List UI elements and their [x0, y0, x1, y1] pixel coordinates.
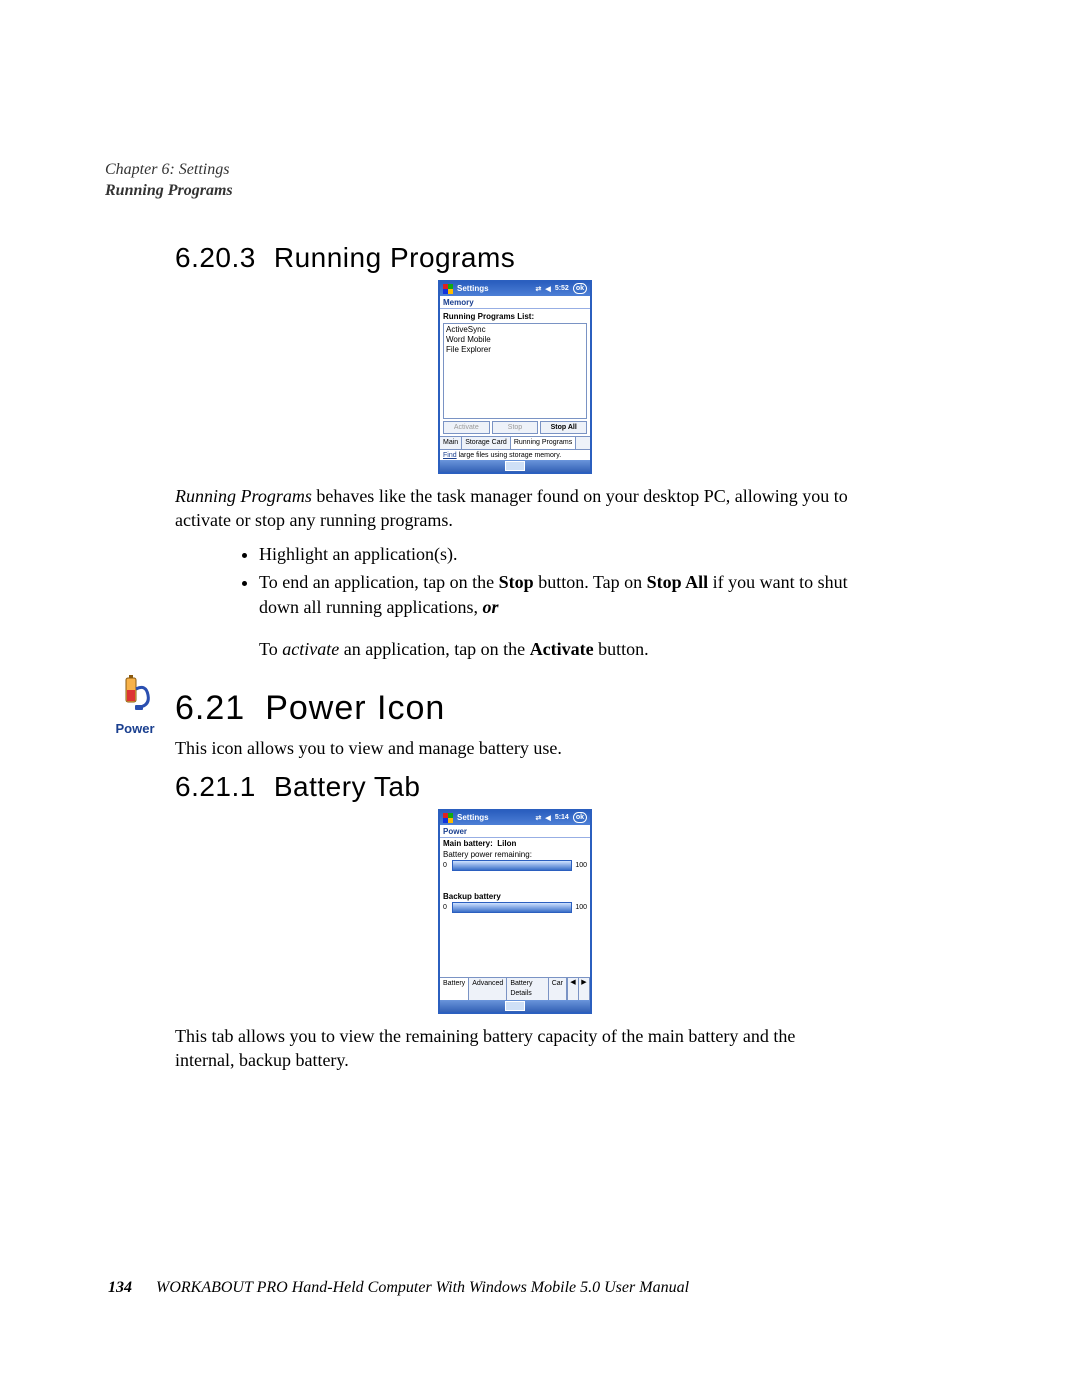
signal-icon: ⇄	[536, 814, 542, 822]
progress-bar	[452, 902, 572, 913]
start-flag-icon[interactable]	[443, 813, 453, 823]
main-battery-row: Main battery: LiIon	[440, 838, 590, 849]
progress-bar	[452, 860, 572, 871]
wm-softbar	[440, 460, 590, 472]
list-item[interactable]: Word Mobile	[446, 335, 584, 345]
wm-titlebar: Settings ⇄ ◀ 5:14 ok	[440, 811, 590, 825]
chapter-line: Chapter 6: Settings	[105, 161, 229, 178]
start-flag-icon[interactable]	[443, 284, 453, 294]
wm-tabs: Main Storage Card Running Programs	[440, 436, 590, 449]
backup-battery-label: Backup battery	[440, 891, 590, 902]
para-running-programs: Running Programs behaves like the task m…	[175, 484, 855, 533]
speaker-icon: ◀	[545, 814, 550, 822]
activate-button[interactable]: Activate	[443, 421, 490, 434]
stop-all-button[interactable]: Stop All	[540, 421, 587, 434]
heading-6-21: 6.21Power Icon	[175, 689, 855, 728]
para-battery-tab: This tab allows you to view the remainin…	[175, 1024, 855, 1073]
heading-6-20-3: 6.20.3Running Programs	[175, 242, 855, 274]
page-running-header: Chapter 6: Settings Running Programs	[105, 160, 975, 202]
power-gutter-icon: Power	[105, 672, 165, 736]
running-list-label: Running Programs List:	[440, 309, 590, 321]
subsection-line: Running Programs	[105, 182, 233, 199]
tab-battery[interactable]: Battery	[440, 978, 469, 1000]
main-battery-bar: 0 100	[440, 860, 590, 875]
wm-tabs: Battery Advanced Battery Details Car ◀ ▶	[440, 977, 590, 1000]
backup-battery-bar: 0 100	[440, 902, 590, 917]
screenshot-power-battery: Settings ⇄ ◀ 5:14 ok Power Main battery:…	[438, 809, 592, 1014]
find-link[interactable]: Find	[443, 452, 457, 459]
speaker-icon: ◀	[545, 285, 550, 293]
stop-button[interactable]: Stop	[492, 421, 539, 434]
footer-text: WORKABOUT PRO Hand-Held Computer With Wi…	[156, 1279, 689, 1296]
wm-title: Settings	[457, 284, 532, 293]
wm-softbar	[440, 1000, 590, 1012]
list-item[interactable]: ActiveSync	[446, 325, 584, 335]
tab-car[interactable]: Car	[549, 978, 567, 1000]
screenshot-running-programs: Settings ⇄ ◀ 5:52 ok Memory Running Prog…	[438, 280, 592, 474]
wm-subhead: Power	[440, 825, 590, 838]
keyboard-icon[interactable]	[505, 461, 525, 471]
power-icon-label: Power	[105, 721, 165, 736]
bullet-stop: To end an application, tap on the Stop b…	[259, 570, 855, 619]
tab-battery-details[interactable]: Battery Details	[507, 978, 548, 1000]
wm-time: 5:52	[555, 285, 569, 292]
tab-scroll-right[interactable]: ▶	[579, 978, 590, 1000]
ok-button[interactable]: ok	[573, 812, 587, 823]
page-footer: 134 WORKABOUT PRO Hand-Held Computer Wit…	[108, 1279, 689, 1297]
instruction-list: Highlight an application(s). To end an a…	[175, 542, 855, 619]
wm-time: 5:14	[555, 814, 569, 821]
tab-scroll: ◀ ▶	[567, 978, 590, 1000]
tab-main[interactable]: Main	[440, 437, 462, 449]
running-programs-list[interactable]: ActiveSync Word Mobile File Explorer	[443, 323, 587, 419]
tab-running-programs[interactable]: Running Programs	[511, 437, 576, 449]
ok-button[interactable]: ok	[573, 283, 587, 294]
battery-plug-icon	[115, 672, 155, 712]
bullet-activate-line: To activate an application, tap on the A…	[259, 637, 855, 661]
bullet-highlight: Highlight an application(s).	[259, 542, 855, 566]
signal-icon: ⇄	[536, 285, 542, 293]
tab-storage-card[interactable]: Storage Card	[462, 437, 511, 449]
tab-scroll-left[interactable]: ◀	[568, 978, 579, 1000]
remaining-label: Battery power remaining:	[440, 849, 590, 860]
find-large-files-line: Find large files using storage memory.	[440, 449, 590, 460]
keyboard-icon[interactable]	[505, 1001, 525, 1011]
tab-advanced[interactable]: Advanced	[469, 978, 507, 1000]
para-power-icon: This icon allows you to view and manage …	[175, 736, 855, 760]
wm-subhead: Memory	[440, 296, 590, 309]
page-number: 134	[108, 1279, 132, 1296]
list-item[interactable]: File Explorer	[446, 345, 584, 355]
wm-titlebar: Settings ⇄ ◀ 5:52 ok	[440, 282, 590, 296]
wm-title: Settings	[457, 813, 532, 822]
heading-6-21-1: 6.21.1Battery Tab	[175, 771, 855, 803]
